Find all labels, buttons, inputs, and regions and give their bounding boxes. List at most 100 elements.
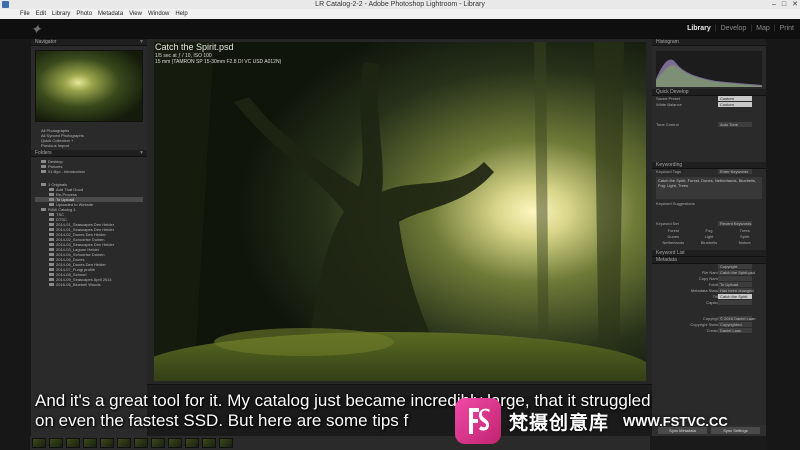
photo-info-overlay: Catch the Spirit.psd 1/5 sec at ƒ / 10, … [155, 42, 281, 65]
title-field[interactable]: Catch the Spirit [718, 294, 752, 299]
menu-library[interactable]: Library [52, 11, 70, 17]
metadata-label: Metadata [656, 257, 677, 263]
auto-tone-button[interactable]: Auto Tone [718, 122, 752, 127]
metadata-field-value[interactable]: To Upload [718, 282, 752, 287]
main-photo[interactable] [154, 42, 646, 381]
module-print[interactable]: Print [780, 25, 794, 32]
metadata-field-value[interactable]: Has been changed [718, 288, 754, 293]
quick-develop-header[interactable]: Quick Develop [652, 89, 766, 96]
minimize-icon[interactable]: – [772, 0, 776, 9]
keyword-set-select[interactable]: Recent Keywords [718, 221, 752, 226]
watermark-url: WWW.FSTVC.CC [623, 413, 728, 429]
filmstrip-thumbnail[interactable] [185, 438, 199, 448]
filmstrip-thumbnail[interactable] [202, 438, 216, 448]
copyright-field-value[interactable]: Copyrighted [718, 322, 752, 327]
histogram[interactable] [656, 51, 762, 87]
filmstrip-thumbnail[interactable] [100, 438, 114, 448]
keyword-set-item[interactable]: Dunes [656, 234, 691, 239]
menu-view[interactable]: View [129, 11, 142, 17]
menu-file[interactable]: File [20, 11, 30, 17]
folder-icon [41, 208, 46, 212]
menu-photo[interactable]: Photo [76, 11, 92, 17]
folder-row[interactable]: 01 Byo - Introduction [35, 169, 143, 174]
menu-edit[interactable]: Edit [36, 11, 46, 17]
filmstrip-thumbnail[interactable] [219, 438, 233, 448]
filmstrip-thumbnail[interactable] [83, 438, 97, 448]
keywording-label: Keywording [656, 162, 683, 168]
folder-icon [49, 248, 54, 252]
folder-icon [49, 213, 54, 217]
white-balance-label: White Balance [656, 102, 682, 107]
keyword-tags-select[interactable]: Enter Keywords [718, 169, 752, 174]
filmstrip-thumbnail[interactable] [117, 438, 131, 448]
keyword-tags-label: Keyword Tags [656, 169, 682, 174]
menu-window[interactable]: Window [148, 11, 169, 17]
filmstrip-thumbnail[interactable] [32, 438, 46, 448]
tone-control-label: Tone Control [656, 122, 679, 127]
metadata-preset-select[interactable]: Copyright [718, 264, 752, 269]
folder-icon [49, 218, 54, 222]
left-edge-strip [0, 39, 31, 450]
keyword-suggestions-row: Keyword Suggestions [652, 201, 766, 207]
quick-develop-spacer [652, 128, 766, 162]
metadata-header[interactable]: Metadata [652, 257, 766, 264]
keyword-set-item[interactable]: Netherlands [656, 240, 691, 245]
navigator-image [36, 51, 142, 121]
metadata-field-value[interactable] [718, 276, 752, 281]
keyword-set-item[interactable]: Nature [727, 240, 762, 245]
keyword-set-row: Keyword Set Recent Keywords [652, 221, 766, 227]
window-title-bar: LR Catalog-2-2 - Adobe Photoshop Lightro… [0, 0, 800, 9]
module-develop[interactable]: Develop [721, 25, 747, 32]
copyright-field-value[interactable]: © 2016 Daniel Laan [718, 316, 755, 321]
filmstrip-thumbnail[interactable] [49, 438, 63, 448]
copyright-field-value[interactable]: Daniel Laan [718, 328, 752, 333]
module-library[interactable]: Library [687, 25, 711, 32]
navigator-header[interactable]: Navigator ▼ [31, 39, 147, 46]
right-edge-strip [766, 39, 800, 450]
white-balance-select[interactable]: Custom [718, 102, 752, 107]
filmstrip-thumbnail[interactable] [66, 438, 80, 448]
keyword-set-item[interactable]: Spirit [727, 234, 762, 239]
menu-help[interactable]: Help [175, 11, 187, 17]
menu-metadata[interactable]: Metadata [98, 11, 123, 17]
keyword-suggestions-label: Keyword Suggestions [656, 201, 695, 206]
loupe-viewer[interactable]: Catch the Spirit.psd 1/5 sec at ƒ / 10, … [147, 39, 652, 384]
folders-header[interactable]: Folders ▼ [31, 150, 147, 157]
folder-icon [49, 188, 54, 192]
folder-icon [49, 278, 54, 282]
collapse-triangle-icon[interactable]: ▼ [139, 39, 144, 46]
folder-row[interactable]: 2016-05_Bluebell Woods [35, 282, 143, 287]
folder-icon [49, 283, 54, 287]
histogram-label: Histogram [656, 39, 679, 45]
folder-icon [49, 253, 54, 257]
keyword-list-label: Keyword List [656, 250, 685, 256]
quick-develop-label: Quick Develop [656, 89, 689, 95]
catalog-item[interactable]: Previous Import [35, 143, 143, 148]
metadata-field-value[interactable]: Catch the Spirit.psd [718, 270, 755, 275]
collapse-triangle-icon[interactable]: ▼ [139, 150, 144, 157]
folder-icon [49, 228, 54, 232]
histogram-header[interactable]: Histogram [652, 39, 766, 46]
caption-field[interactable] [718, 300, 752, 305]
folder-icon [41, 165, 46, 169]
keyword-set-item[interactable]: Light [692, 234, 727, 239]
keywording-header[interactable]: Keywording [652, 162, 766, 169]
keyword-set-item[interactable]: Trees [727, 228, 762, 233]
close-icon[interactable]: ✕ [792, 0, 798, 9]
saved-preset-select[interactable]: Custom [718, 96, 752, 101]
keyword-list-header[interactable]: Keyword List [652, 250, 766, 257]
filmstrip-thumbnail[interactable] [134, 438, 148, 448]
keyword-set-item[interactable]: Forest [656, 228, 691, 233]
maximize-icon[interactable]: □ [782, 0, 786, 9]
keywords-textarea[interactable]: Catch the Spirit, Forest, Dunes, Netherl… [656, 177, 762, 199]
folder-icon [41, 160, 46, 164]
keyword-set-item[interactable]: Fog [692, 228, 727, 233]
filmstrip-thumbnail[interactable] [168, 438, 182, 448]
folder-icon [49, 223, 54, 227]
module-map[interactable]: Map [756, 25, 770, 32]
filmstrip-thumbnail[interactable] [151, 438, 165, 448]
keyword-set-item[interactable]: Bluebells [692, 240, 727, 245]
navigator-preview[interactable] [35, 50, 143, 122]
white-balance-row: White Balance Custom [652, 102, 766, 108]
folders-label: Folders [35, 150, 52, 156]
